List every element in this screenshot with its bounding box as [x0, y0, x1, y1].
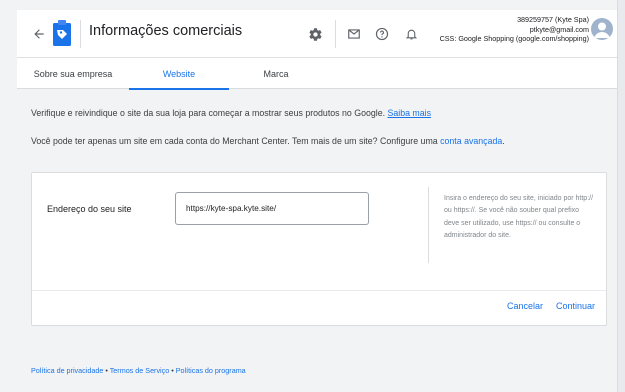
page: Informações comerciais 389259757 (Kyte S… [0, 0, 617, 392]
learn-more-link[interactable]: Saiba mais [387, 108, 431, 118]
account-css: CSS: Google Shopping (google.com/shoppin… [439, 34, 589, 43]
verify-text: Verifique e reivindique o site da sua lo… [31, 108, 388, 118]
header-divider [335, 20, 336, 48]
continue-button[interactable]: Continuar [556, 301, 595, 311]
tab-bar: Sobre sua empresa Website Marca [17, 58, 617, 90]
tab-label: Website [162, 68, 196, 79]
website-url-input[interactable] [175, 192, 369, 225]
website-form-card: Endereço do seu site Insira o endereço d… [31, 172, 607, 326]
page-title: Informações comerciais [89, 23, 243, 39]
active-tab-indicator [129, 88, 229, 90]
single-site-paragraph: Você pode ter apenas um site em cada con… [31, 136, 505, 146]
help-icon[interactable] [370, 22, 394, 46]
back-arrow-icon[interactable] [27, 22, 51, 46]
cancel-button[interactable]: Cancelar [507, 301, 543, 311]
single-site-period: . [502, 136, 505, 146]
tab-sobre-sua-empresa[interactable]: Sobre sua empresa [25, 58, 121, 89]
privacy-policy-link[interactable]: Política de privacidade [31, 366, 103, 375]
terms-of-service-link[interactable]: Termos de Serviço [110, 366, 170, 375]
tab-website[interactable]: Website [129, 58, 229, 90]
account-id: 389259757 (Kyte Spa) [517, 15, 589, 24]
notifications-bell-icon[interactable] [399, 22, 423, 46]
top-app-bar: Informações comerciais 389259757 (Kyte S… [17, 10, 617, 58]
single-site-text: Você pode ter apenas um site em cada con… [31, 136, 441, 146]
help-divider [428, 187, 429, 263]
account-info[interactable]: 389259757 (Kyte Spa) ptkyte@gmail.com CS… [440, 15, 589, 44]
footer-links: Política de privacidade • Termos de Serv… [31, 366, 246, 375]
account-email: ptkyte@gmail.com [529, 24, 589, 34]
help-text: Insira o endereço do seu site, iniciado … [444, 195, 594, 239]
header-divider [80, 20, 81, 48]
merchant-center-logo-icon [53, 20, 71, 46]
tab-label: Sobre sua empresa [33, 68, 113, 79]
program-policies-link[interactable]: Políticas do programa [176, 366, 246, 375]
window-scrollbar[interactable] [617, 0, 625, 392]
tab-label: Marca [263, 68, 289, 79]
settings-gear-icon[interactable] [303, 22, 327, 46]
website-address-label: Endereço do seu site [47, 204, 132, 214]
advanced-account-link[interactable]: conta avançada [440, 136, 502, 146]
card-divider [32, 290, 606, 291]
tab-marca[interactable]: Marca [243, 58, 309, 89]
verify-paragraph: Verifique e reivindique o site da sua lo… [31, 108, 431, 118]
avatar[interactable] [591, 18, 613, 40]
mail-icon[interactable] [342, 22, 366, 46]
